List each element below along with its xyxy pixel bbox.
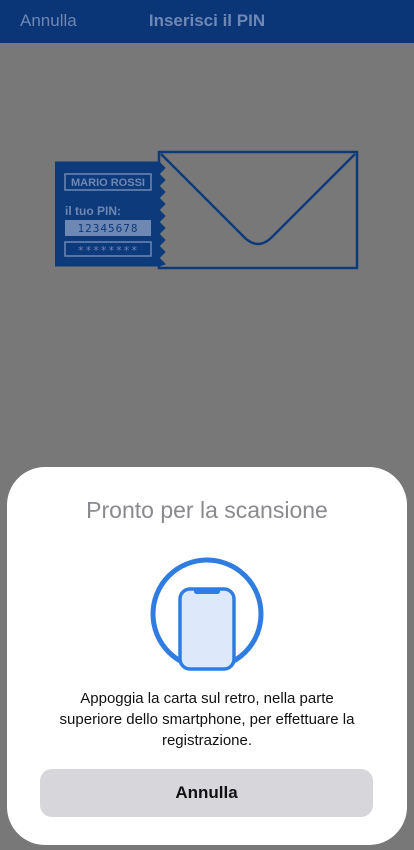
navigation-bar: Annulla Inserisci il PIN xyxy=(0,0,414,43)
card-pin-value: 12345678 xyxy=(78,222,139,235)
phone-scan-icon xyxy=(150,557,264,671)
card-masked-value: ******** xyxy=(78,244,139,257)
instruction-line: registrazione. xyxy=(161,732,253,749)
instruction-line: Appoggia la carta sul retro, nella parte xyxy=(80,690,334,707)
pin-card: MARIO ROSSI il tuo PIN: 12345678 *******… xyxy=(55,161,166,267)
sheet-title: Pronto per la scansione xyxy=(86,497,328,523)
card-name-label: MARIO ROSSI xyxy=(71,177,145,189)
page-title: Inserisci il PIN xyxy=(148,11,266,30)
instruction-line: superiore dello smartphone, per effettua… xyxy=(59,711,355,728)
card-pin-label: il tuo PIN: xyxy=(65,204,121,218)
pin-letter-illustration: MARIO ROSSI il tuo PIN: 12345678 *******… xyxy=(55,150,359,270)
cancel-button[interactable]: Annulla xyxy=(40,769,373,817)
envelope-icon xyxy=(157,150,359,270)
scan-instruction: Appoggia la carta sul retro, nella parte… xyxy=(47,688,367,751)
scan-sheet: Pronto per la scansione Appoggia la cart… xyxy=(7,467,407,845)
